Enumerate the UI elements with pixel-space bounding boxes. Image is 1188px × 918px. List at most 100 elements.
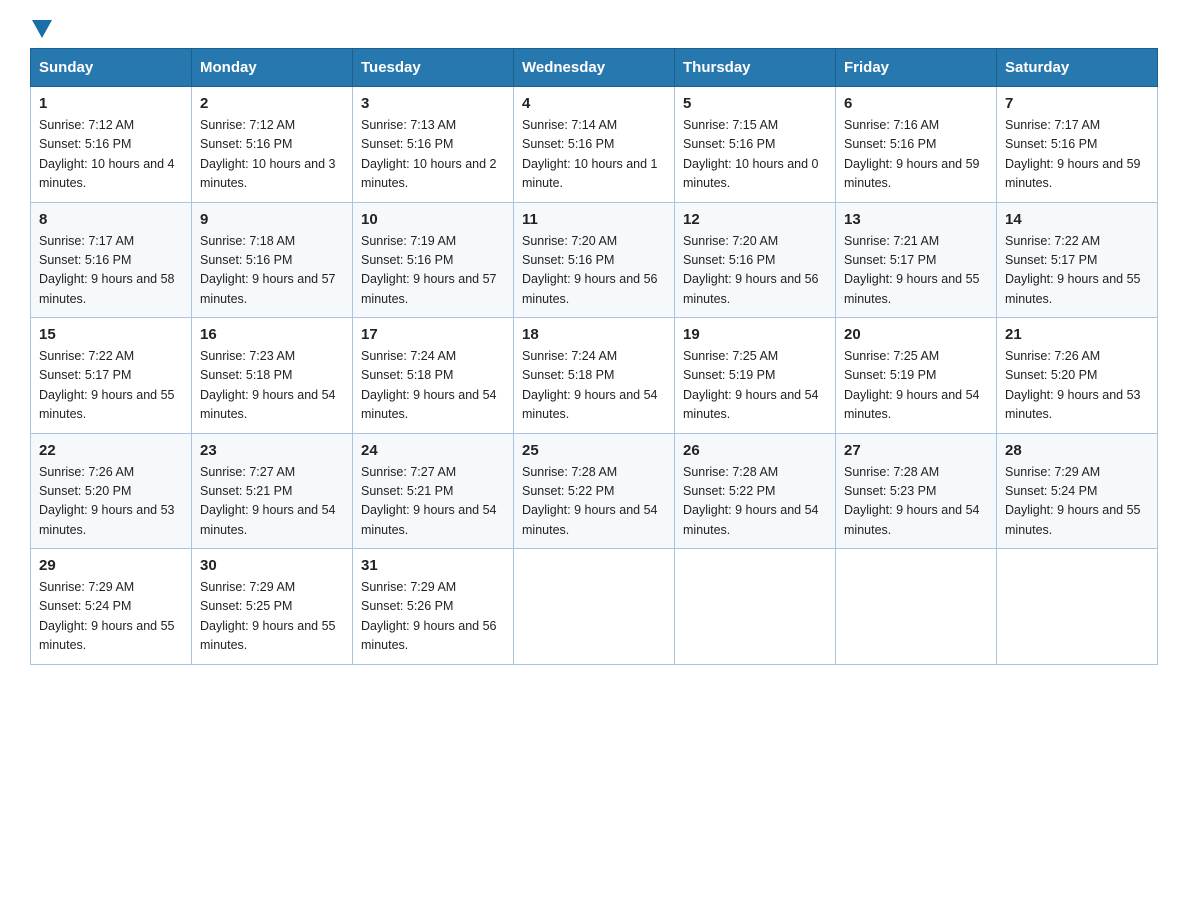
page-header	[30, 20, 1158, 38]
day-info: Sunrise: 7:25 AMSunset: 5:19 PMDaylight:…	[683, 347, 827, 425]
day-info: Sunrise: 7:22 AMSunset: 5:17 PMDaylight:…	[1005, 232, 1149, 310]
day-number: 13	[844, 211, 988, 228]
calendar-cell: 25Sunrise: 7:28 AMSunset: 5:22 PMDayligh…	[514, 433, 675, 549]
calendar-cell: 1 Sunrise: 7:12 AMSunset: 5:16 PMDaylight…	[31, 87, 192, 203]
day-info: Sunrise: 7:23 AMSunset: 5:18 PMDaylight:…	[200, 347, 344, 425]
day-info: Sunrise: 7:24 AMSunset: 5:18 PMDaylight:…	[522, 347, 666, 425]
day-info: Sunrise: 7:16 AMSunset: 5:16 PMDaylight:…	[844, 116, 988, 194]
calendar-cell: 18 Sunrise: 7:24 AMSunset: 5:18 PMDayligh…	[514, 318, 675, 434]
day-info: Sunrise: 7:26 AMSunset: 5:20 PMDaylight:…	[1005, 347, 1149, 425]
day-info: Sunrise: 7:20 AMSunset: 5:16 PMDaylight:…	[522, 232, 666, 310]
calendar-header-thursday: Thursday	[675, 49, 836, 87]
day-number: 21	[1005, 326, 1149, 343]
calendar-cell: 27 Sunrise: 7:28 AMSunset: 5:23 PMDayligh…	[836, 433, 997, 549]
calendar-header-saturday: Saturday	[997, 49, 1158, 87]
day-info: Sunrise: 7:27 AMSunset: 5:21 PMDaylight:…	[200, 463, 344, 541]
calendar-cell: 26 Sunrise: 7:28 AMSunset: 5:22 PMDayligh…	[675, 433, 836, 549]
calendar-cell: 22 Sunrise: 7:26 AMSunset: 5:20 PMDayligh…	[31, 433, 192, 549]
day-info: Sunrise: 7:17 AMSunset: 5:16 PMDaylight:…	[1005, 116, 1149, 194]
day-number: 29	[39, 557, 183, 574]
calendar-header-wednesday: Wednesday	[514, 49, 675, 87]
day-number: 22	[39, 442, 183, 459]
day-number: 27	[844, 442, 988, 459]
calendar-cell: 10 Sunrise: 7:19 AMSunset: 5:16 PMDayligh…	[353, 202, 514, 318]
day-info: Sunrise: 7:21 AMSunset: 5:17 PMDaylight:…	[844, 232, 988, 310]
calendar-cell: 20 Sunrise: 7:25 AMSunset: 5:19 PMDayligh…	[836, 318, 997, 434]
day-number: 1	[39, 95, 183, 112]
calendar-cell: 30 Sunrise: 7:29 AMSunset: 5:25 PMDayligh…	[192, 549, 353, 665]
day-info: Sunrise: 7:24 AMSunset: 5:18 PMDaylight:…	[361, 347, 505, 425]
day-info: Sunrise: 7:25 AMSunset: 5:19 PMDaylight:…	[844, 347, 988, 425]
day-info: Sunrise: 7:28 AMSunset: 5:22 PMDaylight:…	[683, 463, 827, 541]
calendar-body: 1 Sunrise: 7:12 AMSunset: 5:16 PMDaylight…	[31, 87, 1158, 665]
day-info: Sunrise: 7:15 AMSunset: 5:16 PMDaylight:…	[683, 116, 827, 194]
day-number: 26	[683, 442, 827, 459]
calendar-week-row: 1 Sunrise: 7:12 AMSunset: 5:16 PMDaylight…	[31, 87, 1158, 203]
calendar-cell	[514, 549, 675, 665]
calendar-header-monday: Monday	[192, 49, 353, 87]
calendar-cell: 24 Sunrise: 7:27 AMSunset: 5:21 PMDayligh…	[353, 433, 514, 549]
calendar-cell: 3Sunrise: 7:13 AMSunset: 5:16 PMDaylight…	[353, 87, 514, 203]
calendar-week-row: 8 Sunrise: 7:17 AMSunset: 5:16 PMDaylight…	[31, 202, 1158, 318]
day-info: Sunrise: 7:27 AMSunset: 5:21 PMDaylight:…	[361, 463, 505, 541]
calendar-cell: 19 Sunrise: 7:25 AMSunset: 5:19 PMDayligh…	[675, 318, 836, 434]
day-number: 25	[522, 442, 666, 459]
day-number: 6	[844, 95, 988, 112]
day-info: Sunrise: 7:29 AMSunset: 5:26 PMDaylight:…	[361, 578, 505, 656]
calendar-table: SundayMondayTuesdayWednesdayThursdayFrid…	[30, 48, 1158, 665]
calendar-cell: 12Sunrise: 7:20 AMSunset: 5:16 PMDayligh…	[675, 202, 836, 318]
calendar-cell: 8 Sunrise: 7:17 AMSunset: 5:16 PMDaylight…	[31, 202, 192, 318]
calendar-cell: 6 Sunrise: 7:16 AMSunset: 5:16 PMDaylight…	[836, 87, 997, 203]
calendar-cell: 13 Sunrise: 7:21 AMSunset: 5:17 PMDayligh…	[836, 202, 997, 318]
day-number: 10	[361, 211, 505, 228]
day-number: 19	[683, 326, 827, 343]
day-number: 31	[361, 557, 505, 574]
day-number: 23	[200, 442, 344, 459]
day-info: Sunrise: 7:17 AMSunset: 5:16 PMDaylight:…	[39, 232, 183, 310]
day-info: Sunrise: 7:14 AMSunset: 5:16 PMDaylight:…	[522, 116, 666, 194]
calendar-week-row: 15Sunrise: 7:22 AMSunset: 5:17 PMDayligh…	[31, 318, 1158, 434]
day-number: 4	[522, 95, 666, 112]
day-number: 18	[522, 326, 666, 343]
day-info: Sunrise: 7:12 AMSunset: 5:16 PMDaylight:…	[39, 116, 183, 194]
calendar-cell	[997, 549, 1158, 665]
day-number: 11	[522, 211, 666, 228]
calendar-cell: 15Sunrise: 7:22 AMSunset: 5:17 PMDayligh…	[31, 318, 192, 434]
day-number: 17	[361, 326, 505, 343]
logo	[30, 20, 54, 38]
day-number: 30	[200, 557, 344, 574]
day-number: 2	[200, 95, 344, 112]
day-info: Sunrise: 7:29 AMSunset: 5:24 PMDaylight:…	[39, 578, 183, 656]
logo-triangle-icon	[32, 20, 52, 38]
day-number: 8	[39, 211, 183, 228]
calendar-cell: 4 Sunrise: 7:14 AMSunset: 5:16 PMDaylight…	[514, 87, 675, 203]
calendar-week-row: 29 Sunrise: 7:29 AMSunset: 5:24 PMDayligh…	[31, 549, 1158, 665]
day-number: 24	[361, 442, 505, 459]
calendar-cell: 2 Sunrise: 7:12 AMSunset: 5:16 PMDaylight…	[192, 87, 353, 203]
day-number: 9	[200, 211, 344, 228]
calendar-header-sunday: Sunday	[31, 49, 192, 87]
day-info: Sunrise: 7:12 AMSunset: 5:16 PMDaylight:…	[200, 116, 344, 194]
day-info: Sunrise: 7:26 AMSunset: 5:20 PMDaylight:…	[39, 463, 183, 541]
day-number: 20	[844, 326, 988, 343]
day-number: 3	[361, 95, 505, 112]
day-info: Sunrise: 7:29 AMSunset: 5:24 PMDaylight:…	[1005, 463, 1149, 541]
calendar-cell: 31 Sunrise: 7:29 AMSunset: 5:26 PMDayligh…	[353, 549, 514, 665]
day-info: Sunrise: 7:20 AMSunset: 5:16 PMDaylight:…	[683, 232, 827, 310]
day-info: Sunrise: 7:28 AMSunset: 5:23 PMDaylight:…	[844, 463, 988, 541]
calendar-cell: 17 Sunrise: 7:24 AMSunset: 5:18 PMDayligh…	[353, 318, 514, 434]
day-number: 5	[683, 95, 827, 112]
day-number: 14	[1005, 211, 1149, 228]
calendar-cell: 14 Sunrise: 7:22 AMSunset: 5:17 PMDayligh…	[997, 202, 1158, 318]
calendar-cell: 5 Sunrise: 7:15 AMSunset: 5:16 PMDaylight…	[675, 87, 836, 203]
calendar-week-row: 22 Sunrise: 7:26 AMSunset: 5:20 PMDayligh…	[31, 433, 1158, 549]
calendar-cell	[836, 549, 997, 665]
day-info: Sunrise: 7:29 AMSunset: 5:25 PMDaylight:…	[200, 578, 344, 656]
day-number: 16	[200, 326, 344, 343]
day-number: 28	[1005, 442, 1149, 459]
day-number: 7	[1005, 95, 1149, 112]
calendar-cell: 29 Sunrise: 7:29 AMSunset: 5:24 PMDayligh…	[31, 549, 192, 665]
calendar-cell: 16 Sunrise: 7:23 AMSunset: 5:18 PMDayligh…	[192, 318, 353, 434]
calendar-header-row: SundayMondayTuesdayWednesdayThursdayFrid…	[31, 49, 1158, 87]
day-info: Sunrise: 7:19 AMSunset: 5:16 PMDaylight:…	[361, 232, 505, 310]
